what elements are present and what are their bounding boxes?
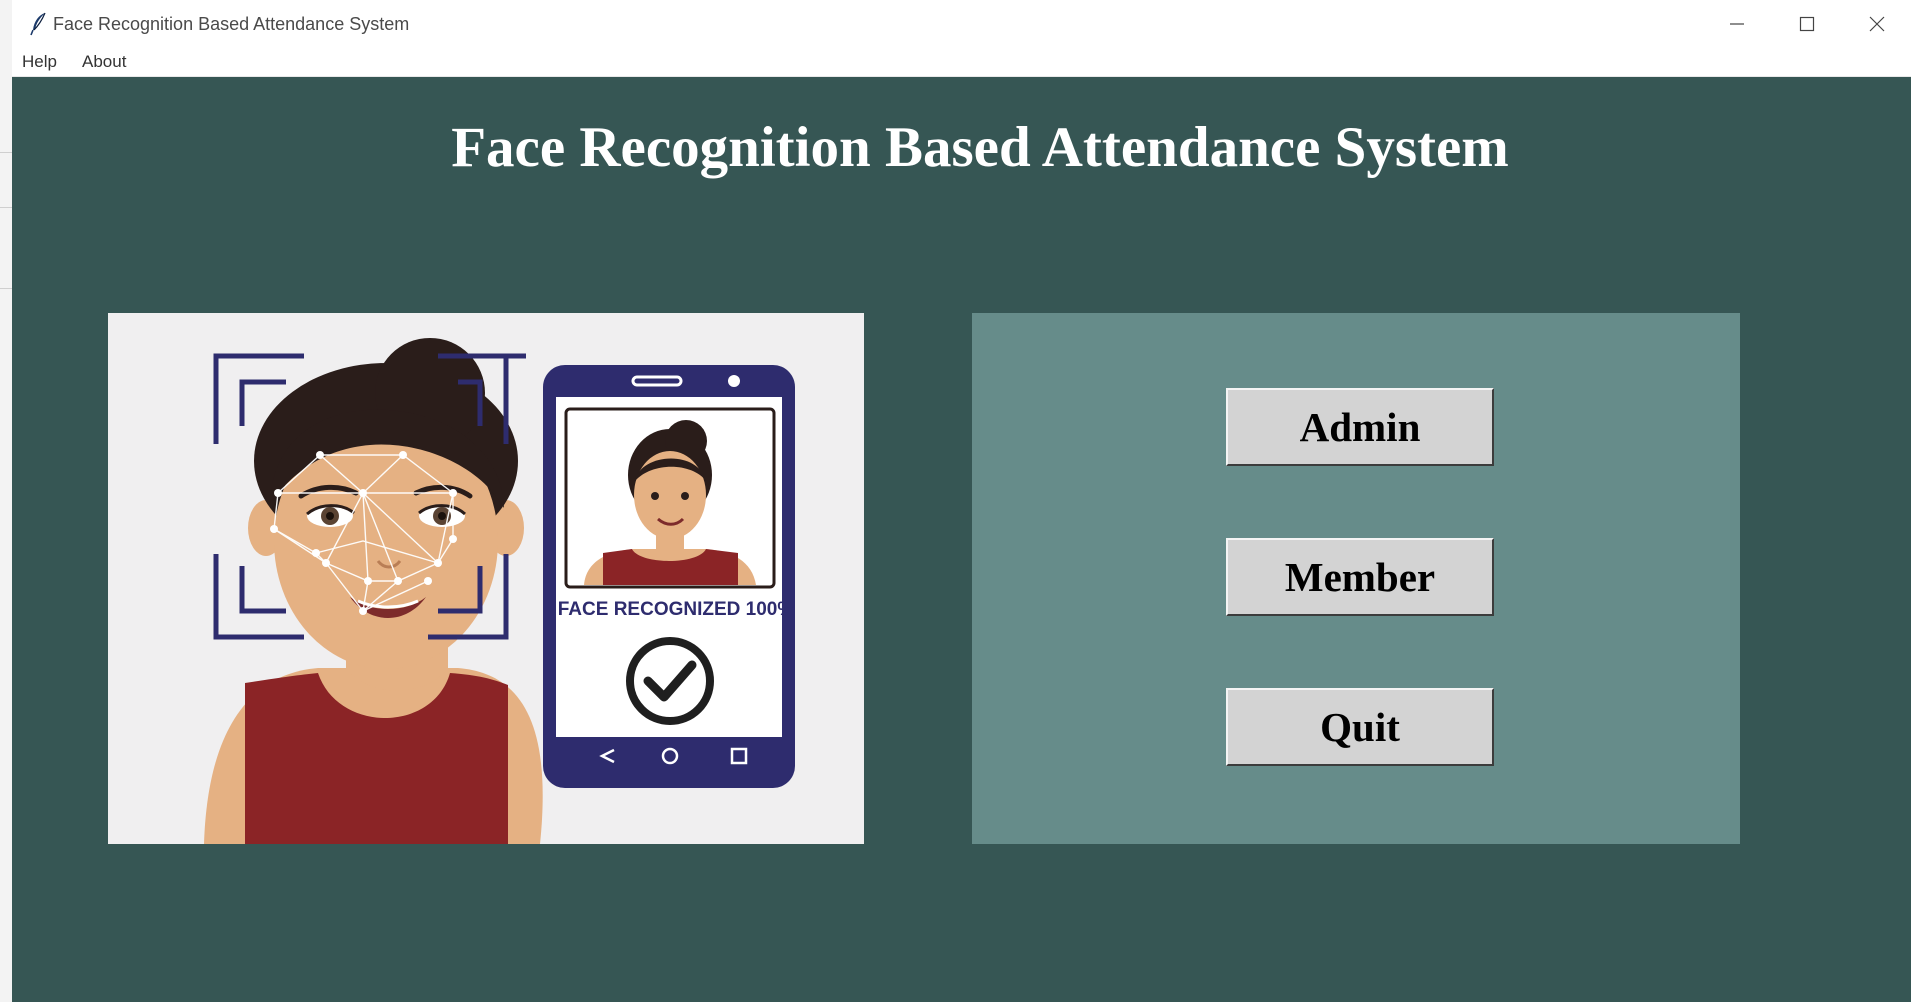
window-title: Face Recognition Based Attendance System xyxy=(53,14,410,34)
main-content: Face Recognition Based Attendance System xyxy=(12,77,1911,1002)
minimize-icon xyxy=(1730,23,1744,25)
admin-button[interactable]: Admin xyxy=(1226,388,1494,466)
member-button[interactable]: Member xyxy=(1226,538,1494,616)
face-recognition-illustration: FACE RECOGNIZED 100% xyxy=(108,313,864,844)
title-bar[interactable]: Face Recognition Based Attendance System xyxy=(12,0,1911,48)
maximize-icon xyxy=(1799,16,1815,32)
phone-illustration xyxy=(543,365,795,788)
woman-illustration xyxy=(204,338,543,844)
close-button[interactable] xyxy=(1844,0,1910,48)
page-heading: Face Recognition Based Attendance System xyxy=(451,116,1509,179)
menu-help[interactable]: Help xyxy=(20,52,59,72)
app-window: Face Recognition Based Attendance System… xyxy=(12,0,1911,1002)
minimize-button[interactable] xyxy=(1704,0,1770,48)
feather-icon xyxy=(28,12,50,36)
quit-button[interactable]: Quit xyxy=(1226,688,1494,766)
face-recognized-caption: FACE RECOGNIZED 100% xyxy=(558,599,795,620)
close-icon xyxy=(1869,16,1885,32)
maximize-button[interactable] xyxy=(1774,0,1840,48)
role-selection-panel: Admin Member Quit xyxy=(972,313,1740,844)
menu-bar: Help About xyxy=(12,48,1911,77)
menu-about[interactable]: About xyxy=(80,52,128,72)
